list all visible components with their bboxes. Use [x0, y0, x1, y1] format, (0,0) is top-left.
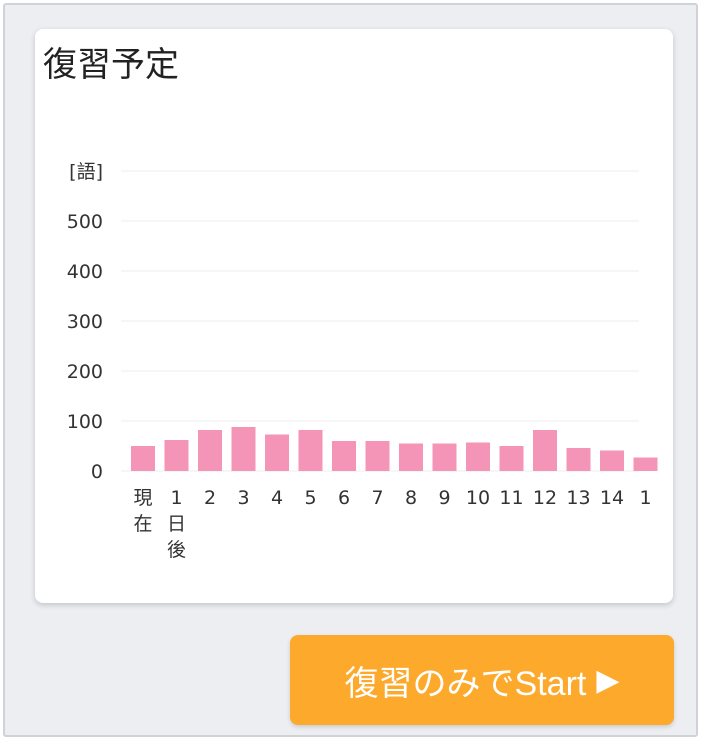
y-tick-label: 300: [67, 311, 103, 333]
bar: [231, 427, 256, 471]
x-tick-label: 10: [466, 487, 490, 509]
x-tick-label: 8: [405, 487, 417, 509]
x-tick-label: 3: [237, 487, 249, 509]
bar: [432, 443, 457, 471]
bar: [399, 443, 423, 471]
x-tick-label: 11: [499, 487, 523, 509]
x-tick-label: 12: [533, 487, 557, 509]
start-review-only-button[interactable]: 復習のみでStart ▶: [290, 635, 674, 725]
y-unit-label: [語]: [69, 161, 103, 183]
x-tick-label: 14: [600, 487, 624, 509]
x-tick-label: 6: [338, 487, 350, 509]
x-tick-label: 5: [304, 487, 316, 509]
app-frame: 復習予定 0 100 200 300 400 500 [語] 現在 1 日後 2 3 4 5 6 7 8 9 10 1…: [3, 3, 698, 737]
x-tick-label: 2: [204, 487, 216, 509]
x-tick-label: 13: [566, 487, 590, 509]
x-tick-label: 4: [271, 487, 283, 509]
bar: [533, 430, 557, 471]
start-review-only-label: 復習のみでStart: [344, 664, 587, 703]
bar: [332, 441, 356, 471]
x-tick-label: 後: [167, 539, 186, 561]
bar: [633, 457, 658, 471]
bar: [164, 440, 189, 471]
play-triangle-icon: ▶: [596, 663, 620, 697]
bar: [365, 441, 390, 471]
x-tick-label: 現: [133, 487, 152, 509]
x-tick-label: 1: [170, 487, 182, 509]
x-tick-label: 在: [133, 513, 152, 535]
x-tick-label: 日: [167, 513, 186, 535]
bar: [298, 430, 323, 471]
x-tick-label: 1: [639, 487, 651, 509]
y-tick-label: 500: [67, 211, 103, 233]
y-tick-label: 400: [67, 261, 103, 283]
x-tick-label: 9: [438, 487, 450, 509]
y-tick-label: 200: [67, 361, 103, 383]
bar: [198, 430, 222, 471]
bar: [265, 434, 289, 471]
review-schedule-chart: 0100200300400500[語]現在1日後2 3 4 5 6 7 8 9 10 11 12 13…: [67, 161, 658, 561]
x-tick-label: 7: [371, 487, 383, 509]
bar: [131, 446, 155, 471]
y-tick-label: 100: [67, 411, 103, 433]
bar: [600, 450, 624, 471]
bar: [566, 448, 591, 471]
bar: [466, 442, 490, 471]
bar: [499, 446, 524, 471]
review-schedule-card: 復習予定 0 100 200 300 400 500 [語] 現在 1 日後 2 3 4 5 6 7 8 9 10 1…: [35, 29, 673, 603]
y-tick-label: 0: [91, 461, 103, 483]
